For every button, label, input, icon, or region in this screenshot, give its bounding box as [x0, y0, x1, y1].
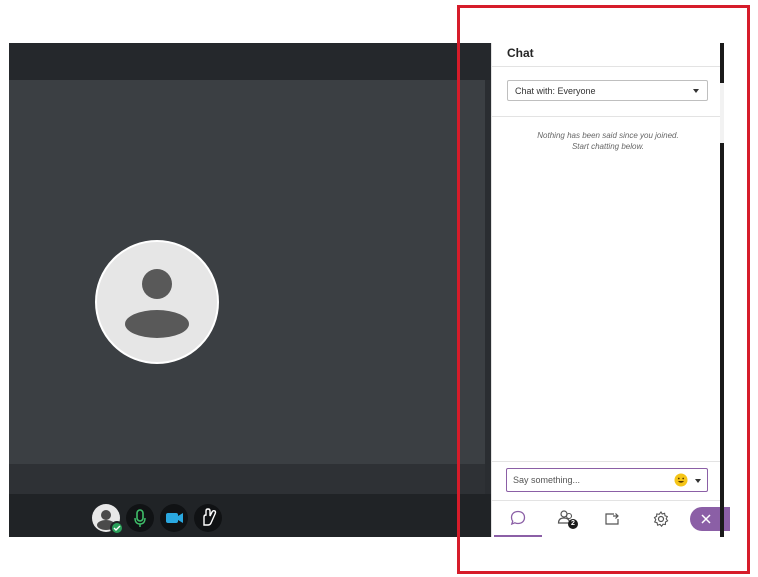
- empty-chat-line-2: Start chatting below.: [571, 142, 645, 151]
- chat-scrollbar[interactable]: [720, 43, 724, 537]
- tab-attendees[interactable]: 2: [543, 501, 591, 537]
- divider: [492, 461, 720, 462]
- scrollbar-top: [720, 43, 724, 83]
- tab-share-content[interactable]: [588, 501, 636, 537]
- chat-composer: [506, 468, 708, 492]
- session-controls: [92, 504, 222, 535]
- participant-avatar: [95, 240, 219, 364]
- smiley-emoji-icon[interactable]: [674, 473, 688, 487]
- microphone-button[interactable]: [126, 504, 154, 532]
- tab-settings[interactable]: [637, 501, 685, 537]
- divider: [492, 116, 720, 117]
- attendees-count-badge: 2: [568, 519, 578, 529]
- chat-panel: Chat Chat with: Everyone Nothing has bee…: [491, 43, 730, 537]
- video-area: [9, 80, 485, 464]
- session-stage: [9, 43, 491, 537]
- stage-bottom-bar: [9, 494, 491, 537]
- raise-hand-button[interactable]: [194, 504, 222, 532]
- share-content-icon: [605, 513, 619, 525]
- close-panel-button[interactable]: [690, 507, 730, 531]
- chat-with-label: Chat with: Everyone: [515, 86, 596, 96]
- settings-gear-icon: [653, 511, 669, 528]
- my-status-button[interactable]: [92, 504, 124, 535]
- chat-bubble-icon: [510, 510, 526, 526]
- stage-strip: [9, 464, 485, 494]
- emoji-caret-down-icon[interactable]: [695, 479, 701, 483]
- scrollbar-thumb[interactable]: [720, 143, 724, 537]
- divider: [492, 66, 720, 67]
- panel-tab-bar: 2: [492, 501, 730, 537]
- available-status-icon: [110, 521, 124, 535]
- empty-chat-message: Nothing has been said since you joined. …: [522, 130, 694, 152]
- camera-icon: [166, 513, 183, 523]
- stage-top-bar: [9, 43, 491, 80]
- chat-message-input[interactable]: [513, 473, 663, 487]
- camera-button[interactable]: [160, 504, 188, 532]
- empty-chat-line-1: Nothing has been said since you joined.: [537, 131, 679, 140]
- close-icon: [701, 514, 711, 524]
- user-silhouette-icon: [125, 269, 189, 338]
- panel-title: Chat: [507, 46, 534, 60]
- chat-with-select[interactable]: Chat with: Everyone: [507, 80, 708, 101]
- caret-down-icon: [693, 89, 699, 93]
- tab-chat[interactable]: [494, 501, 542, 537]
- raise-hand-icon: [203, 508, 217, 526]
- microphone-icon: [134, 509, 146, 527]
